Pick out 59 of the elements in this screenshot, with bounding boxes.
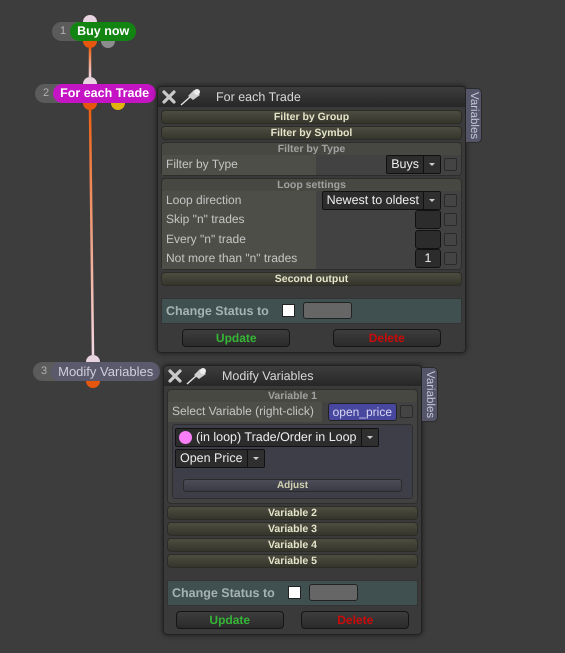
number-field[interactable]: 1 <box>415 249 441 268</box>
close-icon[interactable] <box>162 90 176 104</box>
node-label[interactable]: Modify Variables <box>51 362 160 381</box>
section-header[interactable]: Variable 3 <box>167 522 418 536</box>
section-header[interactable]: Filter by Type <box>162 143 461 155</box>
field-label: Select Variable (right-click) <box>168 402 322 422</box>
number-field[interactable] <box>415 230 441 249</box>
dropdown[interactable]: Buys <box>386 155 441 174</box>
status-field[interactable] <box>308 584 358 601</box>
field-label: Not more than "n" trades <box>162 249 316 268</box>
checkbox[interactable] <box>282 304 295 317</box>
section-header[interactable]: Variable 2 <box>167 506 418 520</box>
section-header[interactable]: Filter by Group <box>161 110 462 124</box>
field-label: Loop direction <box>162 190 316 210</box>
checkbox[interactable] <box>444 213 457 226</box>
dropdown[interactable]: (in loop) Trade/Order in Loop <box>175 428 379 446</box>
node-label[interactable]: For each Trade <box>53 84 156 103</box>
input-port[interactable] <box>83 77 97 84</box>
checkbox[interactable] <box>288 586 301 599</box>
section-header[interactable]: Filter by Symbol <box>161 126 462 140</box>
window-title: Modify Variables <box>222 369 314 383</box>
number-field[interactable] <box>415 210 441 230</box>
checkbox[interactable] <box>444 194 457 207</box>
checkbox[interactable] <box>400 405 413 418</box>
output-port[interactable] <box>86 381 100 388</box>
output-port[interactable] <box>111 103 125 110</box>
output-port[interactable] <box>101 41 115 48</box>
section-header[interactable]: Variable 4 <box>167 538 418 552</box>
node-label[interactable]: Buy now <box>70 22 136 41</box>
adjust-button[interactable]: Adjust <box>183 478 402 492</box>
input-port[interactable] <box>86 355 100 362</box>
output-port[interactable] <box>83 103 97 110</box>
window-title: For each Trade <box>216 90 301 104</box>
pin-icon[interactable] <box>180 88 202 106</box>
section-header[interactable]: Second output <box>161 272 462 286</box>
pin-icon[interactable] <box>186 367 208 385</box>
status-label: Change Status to <box>166 304 269 318</box>
field-label: Every "n" trade <box>162 230 316 249</box>
status-field[interactable] <box>302 302 352 319</box>
output-port[interactable] <box>83 41 97 48</box>
connector-line <box>88 48 92 77</box>
checkbox[interactable] <box>444 158 457 172</box>
checkbox[interactable] <box>444 232 457 246</box>
field-label: Filter by Type <box>162 155 316 174</box>
variables-tab[interactable]: Variables <box>422 367 438 422</box>
update-button[interactable]: Update <box>176 610 284 628</box>
field-label: Skip "n" trades <box>162 210 316 230</box>
section-header[interactable]: Variable 5 <box>167 554 418 568</box>
variables-tab[interactable]: Variables <box>466 88 482 144</box>
dropdown[interactable]: Newest to oldest <box>322 190 441 210</box>
update-button[interactable]: Update <box>182 328 290 346</box>
checkbox[interactable] <box>444 252 457 266</box>
section-header[interactable]: Loop settings <box>162 178 461 190</box>
close-icon[interactable] <box>168 369 182 383</box>
section-header[interactable]: Variable 1 <box>168 390 417 402</box>
input-port[interactable] <box>83 15 97 22</box>
variable-badge[interactable]: open_price <box>328 402 397 421</box>
status-label: Change Status to <box>172 586 275 600</box>
dropdown[interactable]: Open Price <box>175 448 265 468</box>
